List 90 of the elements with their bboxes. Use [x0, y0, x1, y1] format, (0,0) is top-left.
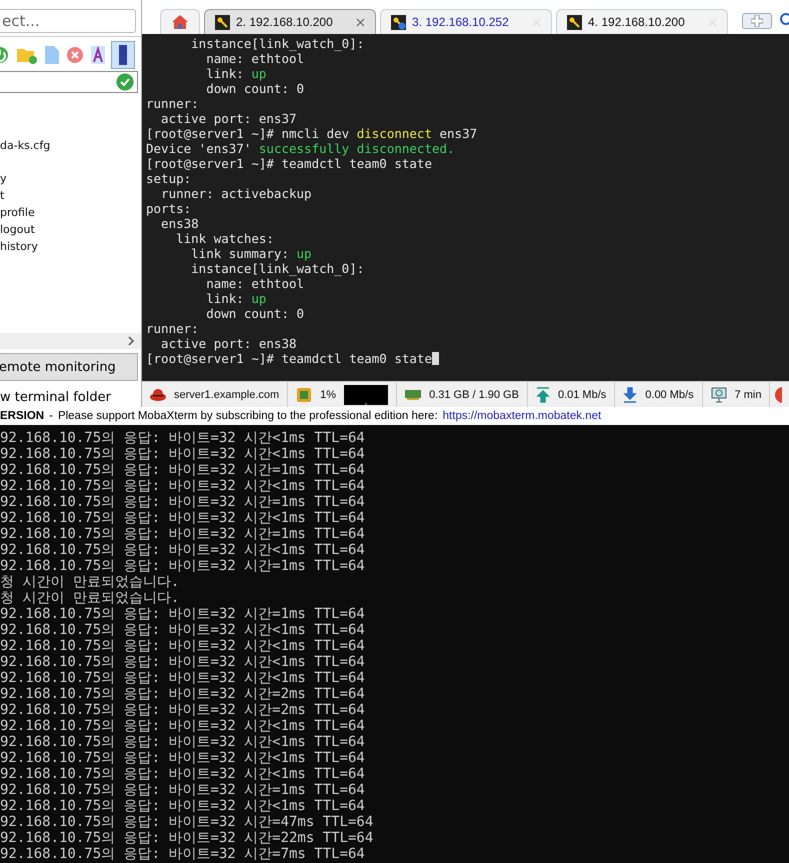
house-icon [171, 14, 189, 30]
terminal-line: instance[link_watch_0]: [190, 36, 366, 51]
console-line: 92.168.10.75의 응답: 바이트=32 시간<1ms TTL=64 [0, 446, 366, 462]
terminal-line: Device 'ens37' successfully disconnected. [146, 141, 456, 156]
session-tab[interactable]: 2. 192.168.10.200 [204, 9, 376, 34]
console-line: 청 시간이 만료되었습니다. [0, 574, 180, 590]
monitor-icon [710, 386, 727, 402]
path-field[interactable] [0, 71, 138, 93]
terminal-line: [root@server1 ~]# teamdctl team0 state [146, 351, 785, 366]
console-line: 92.168.10.75의 응답: 바이트=32 시간=2ms TTL=64 [0, 702, 366, 718]
console-line: 92.168.10.75의 응답: 바이트=32 시간<1ms TTL=64 [0, 750, 366, 766]
console-line: 92.168.10.75의 응답: 바이트=32 시간<1ms TTL=64 [0, 670, 366, 686]
home-tab[interactable] [160, 9, 200, 34]
new-folder-icon[interactable] [16, 46, 38, 64]
terminal-line: runner: activebackup [160, 186, 313, 201]
bookmark-icon[interactable] [112, 42, 134, 68]
text-file-icon[interactable] [91, 46, 105, 64]
key-icon [391, 14, 406, 30]
terminal-line: ens38 [160, 216, 200, 231]
file-name[interactable]: y [0, 170, 141, 187]
console-line: 92.168.10.75의 응답: 바이트=32 시간<1ms TTL=64 [0, 766, 366, 782]
terminal-line: ports: [146, 201, 192, 216]
cpu-status[interactable]: 1% [288, 382, 398, 407]
console-line: 92.168.10.75의 응답: 바이트=32 시간=1ms TTL=64 [0, 606, 366, 622]
terminal-line: link: up [205, 66, 268, 81]
console-line: 92.168.10.75의 응답: 바이트=32 시간=47ms TTL=64 [0, 814, 374, 830]
upload-icon [536, 386, 550, 402]
terminal-line: link summary: up [190, 246, 313, 261]
mobaxterm-link[interactable]: https://mobaxterm.mobatek.net [442, 410, 602, 422]
terminal-line: instance[link_watch_0]: [190, 261, 366, 276]
console-line: 92.168.10.75의 응답: 바이트=32 시간<1ms TTL=64 [0, 478, 366, 494]
console-line: 92.168.10.75의 응답: 바이트=32 시간<1ms TTL=64 [0, 798, 366, 814]
key-icon [567, 14, 582, 30]
terminal-line: runner: [146, 96, 200, 111]
file-icon[interactable] [45, 46, 59, 64]
chip-icon [296, 386, 312, 402]
console-line: 92.168.10.75의 응답: 바이트=32 시간<1ms TTL=64 [0, 510, 366, 526]
terminal-line: runner: [146, 321, 200, 336]
terminal-line: setup: [146, 171, 192, 186]
console-line: 92.168.10.75의 응답: 바이트=32 시간<1ms TTL=64 [0, 734, 366, 750]
delete-icon[interactable] [66, 46, 84, 64]
terminal-line: [root@server1 ~]# nmcli dev disconnect ens37 [146, 126, 478, 141]
file-name[interactable]: da-ks.cfg [0, 137, 141, 154]
key-icon [215, 14, 230, 30]
memory-icon [405, 390, 422, 400]
file-name[interactable]: profile [0, 204, 141, 221]
plus-icon [751, 15, 763, 27]
console-line: 92.168.10.75의 응답: 바이트=32 시간=22ms TTL=64 [0, 830, 374, 846]
check-icon [116, 73, 134, 91]
console-line: 92.168.10.75의 응답: 바이트=32 시간=1ms TTL=64 [0, 462, 366, 478]
horizontal-scrollbar[interactable] [0, 333, 141, 349]
support-message: Please support MobaXterm by subscribing to the professional edition here: [58, 410, 438, 422]
console-line: 92.168.10.75의 응답: 바이트=32 시간=1ms TTL=64 [0, 558, 366, 574]
edition-label: ERSION [0, 410, 44, 422]
terminal-line: down count: 0 [205, 81, 306, 96]
terminal-line: name: ethtool [205, 276, 306, 291]
console-line: 92.168.10.75의 응답: 바이트=32 시간=2ms TTL=64 [0, 686, 366, 702]
file-name[interactable]: history [0, 238, 141, 255]
separator: - [49, 410, 53, 422]
new-tab-button[interactable] [742, 13, 772, 29]
console-line: 92.168.10.75의 응답: 바이트=32 시간=7ms TTL=64 [0, 846, 366, 862]
remote-monitoring-button[interactable]: emote monitoring [0, 353, 138, 381]
search-field[interactable]: ect... [0, 9, 136, 33]
terminal-folder-option[interactable]: w terminal folder [0, 390, 141, 405]
console-line: 92.168.10.75의 응답: 바이트=32 시간<1ms TTL=64 [0, 622, 366, 638]
file-name[interactable]: t [0, 187, 141, 204]
console-line: 92.168.10.75의 응답: 바이트=32 시간=1ms TTL=64 [0, 526, 366, 542]
cpu-graph [344, 384, 388, 404]
at-sign-icon [779, 12, 789, 26]
terminal-line: down count: 0 [205, 306, 306, 321]
chevron-right-icon [127, 336, 135, 346]
console-line: 92.168.10.75의 응답: 바이트=32 시간<1ms TTL=64 [0, 638, 366, 654]
console-line: 92.168.10.75의 응답: 바이트=32 시간<1ms TTL=64 [0, 654, 366, 670]
console-line: 92.168.10.75의 응답: 바이트=32 시간<1ms TTL=64 [0, 542, 366, 558]
console-line: 92.168.10.75의 응답: 바이트=32 시간<1ms TTL=64 [0, 430, 366, 446]
terminal-line: link: up [205, 291, 268, 306]
terminal-line: active port: ens38 [160, 336, 298, 351]
terminal-line: active port: ens37 [160, 111, 298, 126]
download-icon [623, 386, 638, 402]
console-line: 92.168.10.75의 응답: 바이트=32 시간=1ms TTL=64 [0, 782, 366, 798]
console-line: 청 시간이 만료되었습니다. [0, 590, 180, 606]
console-line: 92.168.10.75의 응답: 바이트=32 시간<1ms TTL=64 [0, 718, 366, 734]
terminal-line: name: ethtool [205, 51, 306, 66]
terminal-line: link watches: [175, 231, 275, 246]
hat-icon [150, 388, 166, 402]
file-name[interactable]: logout [0, 221, 141, 238]
session-tab[interactable]: 3. 192.168.10.252 [380, 9, 552, 34]
console-line: 92.168.10.75의 응답: 바이트=32 시간=1ms TTL=64 [0, 494, 366, 510]
session-tab[interactable]: 4. 192.168.10.200 [556, 9, 728, 34]
terminal-line: [root@server1 ~]# teamdctl team0 state [146, 156, 433, 171]
